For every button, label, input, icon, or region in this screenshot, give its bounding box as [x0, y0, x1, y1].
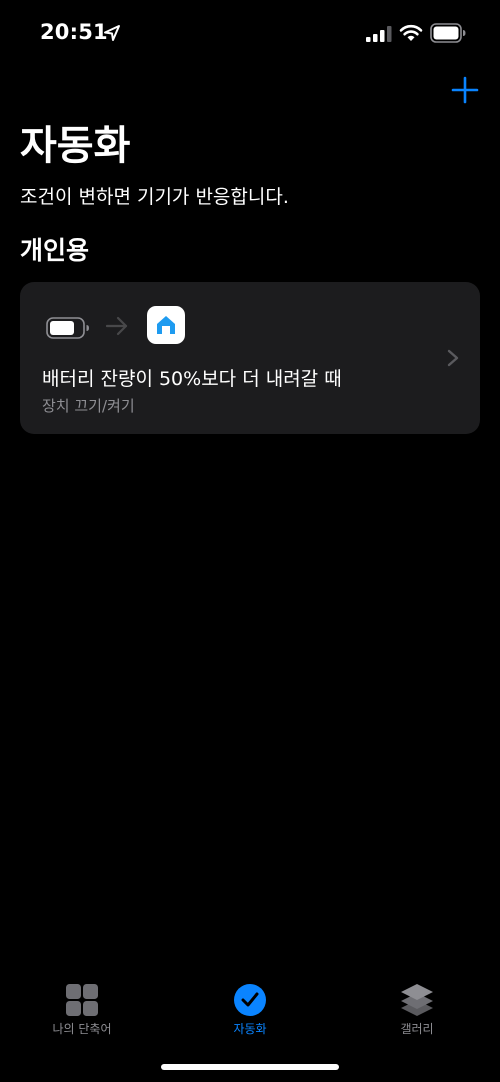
tab-label: 갤러리 — [400, 1022, 434, 1036]
grid-icon — [66, 984, 98, 1016]
clock-check-icon — [234, 984, 266, 1016]
home-app-icon — [147, 306, 185, 344]
battery-trigger-icon — [46, 317, 89, 339]
battery-icon — [430, 23, 466, 43]
location-arrow-icon — [104, 25, 120, 41]
add-automation-button[interactable] — [449, 74, 481, 106]
status-bar: 20:51 — [0, 0, 500, 66]
tab-gallery[interactable]: 갤러리 — [347, 975, 487, 1045]
wifi-icon — [399, 24, 423, 41]
page-title: 자동화 — [20, 123, 131, 169]
tab-label: 자동화 — [233, 1022, 267, 1036]
automation-screen: 20:51 자동화 조건이 변하면 기기가 반응합니다. 개인용 배터리 잔량이… — [0, 0, 500, 1082]
tab-my-shortcuts[interactable]: 나의 단축어 — [12, 975, 152, 1045]
automation-title: 배터리 잔량이 50%보다 더 내려갈 때 — [42, 368, 342, 390]
home-icon — [157, 316, 175, 334]
chevron-right-icon — [447, 349, 459, 367]
layers-icon — [401, 984, 433, 1016]
automation-card[interactable]: 배터리 잔량이 50%보다 더 내려갈 때 장치 끄기/켜기 — [20, 282, 480, 434]
home-indicator[interactable] — [161, 1064, 339, 1070]
automation-description: 장치 끄기/켜기 — [42, 397, 135, 415]
status-time: 20:51 — [40, 20, 108, 44]
arrow-right-icon — [106, 316, 128, 336]
tab-label: 나의 단축어 — [52, 1022, 112, 1036]
plus-icon — [451, 76, 479, 104]
page-subtitle: 조건이 변하면 기기가 반응합니다. — [20, 186, 289, 208]
tab-automation[interactable]: 자동화 — [180, 975, 320, 1045]
signal-icon — [366, 26, 392, 42]
section-title: 개인용 — [20, 236, 90, 265]
